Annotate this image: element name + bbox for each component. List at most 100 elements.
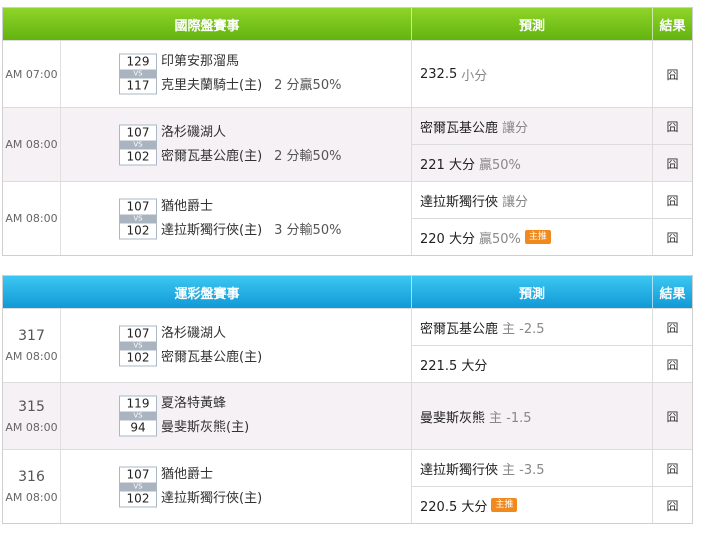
- away-score: 107: [126, 125, 150, 139]
- teams: 印第安那溜馬 克里夫蘭騎士(主) 2 分贏50%: [161, 50, 341, 98]
- home-team: 曼斐斯灰熊(主): [161, 420, 250, 435]
- table-row: AM 07:00 129 VS 117 印第安那溜馬 克里夫蘭騎士(主) 2 分贏…: [3, 40, 692, 107]
- vs-label: VS: [120, 411, 156, 421]
- result-icon: 囧: [666, 67, 679, 82]
- game-time: AM 08:00: [5, 420, 58, 434]
- home-team: 達拉斯獨行俠(主): [161, 222, 263, 238]
- away-score: 107: [126, 467, 150, 481]
- home-score: 94: [130, 420, 146, 435]
- game-time: AM 08:00: [5, 212, 58, 225]
- result-cell: 囧: [653, 41, 692, 107]
- result-cell: 囧 囧: [653, 182, 692, 255]
- prediction-column-header: 預測: [412, 276, 653, 308]
- teams: 猶他爵士 達拉斯獨行俠(主): [161, 463, 262, 511]
- prediction-text: 密爾瓦基公鹿: [420, 120, 499, 136]
- teams: 洛杉磯湖人 密爾瓦基公鹿(主): [161, 322, 262, 370]
- international-odds-table: 國際盤賽事 預測 結果 AM 07:00 129 VS 117 印第安那溜馬 克…: [2, 7, 693, 256]
- result-icon: 囧: [653, 218, 692, 255]
- table-row: 316 AM 08:00 107 VS 102 猶他爵士 達拉斯獨行俠(主) 達…: [3, 449, 692, 523]
- time-cell: 317 AM 08:00: [3, 309, 61, 382]
- prediction-cell: 達拉斯獨行俠主 -3.5 220.5 大分 主推: [412, 450, 653, 523]
- prediction-item: 220 大分 贏50% 主推: [412, 218, 652, 255]
- handicap-result: 3 分輸50%: [274, 222, 342, 238]
- prediction-item: 達拉斯獨行俠 讓分: [412, 182, 652, 218]
- table-row: 317 AM 08:00 107 VS 102 洛杉磯湖人 密爾瓦基公鹿(主) …: [3, 308, 692, 382]
- away-team: 洛杉磯湖人: [161, 325, 227, 341]
- teams: 猶他爵士 達拉斯獨行俠(主) 3 分輸50%: [161, 195, 341, 243]
- score-box: 119 VS 94: [119, 395, 157, 437]
- teams: 洛杉磯湖人 密爾瓦基公鹿(主) 2 分輸50%: [161, 121, 341, 169]
- match-cell: 119 VS 94 夏洛特黃蜂 曼斐斯灰熊(主): [61, 383, 412, 449]
- match-cell: 107 VS 102 洛杉磯湖人 密爾瓦基公鹿(主): [61, 309, 412, 382]
- vs-label: VS: [120, 214, 156, 223]
- table-row: AM 08:00 107 VS 102 洛杉磯湖人 密爾瓦基公鹿(主) 2 分輸5…: [3, 107, 692, 181]
- prediction-item: 221.5 大分: [412, 345, 652, 382]
- prediction-item: 232.5 小分: [412, 41, 652, 107]
- prediction-text: 221.5 大分: [420, 358, 488, 374]
- time-cell: 316 AM 08:00: [3, 450, 61, 523]
- prediction-text: 達拉斯獨行俠: [420, 462, 499, 478]
- prediction-item: 達拉斯獨行俠主 -3.5: [412, 450, 652, 486]
- away-team: 猶他爵士: [161, 198, 214, 214]
- home-score: 102: [126, 350, 150, 364]
- result-cell: 囧: [653, 383, 692, 449]
- vs-label: VS: [120, 69, 156, 79]
- prediction-column-header: 預測: [412, 8, 653, 40]
- prediction-text: 220 大分: [420, 231, 475, 247]
- prediction-sub: 讓分: [502, 120, 529, 136]
- game-time: AM 07:00: [5, 67, 58, 81]
- game-time: AM 08:00: [5, 350, 58, 363]
- home-team: 克里夫蘭騎士(主): [161, 78, 263, 93]
- game-number: 317: [18, 328, 45, 344]
- prediction-sub: 主 -2.5: [502, 321, 545, 337]
- game-time: AM 08:00: [5, 138, 58, 151]
- home-team: 密爾瓦基公鹿(主): [161, 148, 263, 164]
- match-cell: 129 VS 117 印第安那溜馬 克里夫蘭騎士(主) 2 分贏50%: [61, 41, 412, 107]
- result-icon: 囧: [666, 320, 679, 335]
- prediction-cell: 密爾瓦基公鹿 讓分 221 大分 贏50%: [412, 108, 653, 181]
- handicap-result: 2 分贏50%: [274, 78, 342, 93]
- score-box: 107 VS 102: [119, 198, 157, 239]
- handicap-result: 2 分輸50%: [274, 148, 342, 164]
- result-column-header: 結果: [659, 286, 686, 302]
- away-team: 洛杉磯湖人: [161, 124, 227, 140]
- away-score: 107: [126, 199, 150, 213]
- match-cell: 107 VS 102 猶他爵士 達拉斯獨行俠(主): [61, 450, 412, 523]
- game-number: 315: [18, 398, 45, 415]
- prediction-sub: 小分: [461, 68, 488, 84]
- result-icon: 囧: [666, 119, 679, 134]
- prediction-cell: 達拉斯獨行俠 讓分 220 大分 贏50% 主推: [412, 182, 653, 255]
- away-score: 119: [126, 396, 150, 411]
- prediction-sub: 主 -3.5: [502, 462, 545, 478]
- prediction-sub: 贏50%: [478, 157, 521, 173]
- prediction-text: 220.5 大分: [420, 499, 488, 515]
- time-cell: AM 08:00: [3, 182, 61, 255]
- game-number: 316: [18, 469, 45, 485]
- prediction-sub: 讓分: [502, 194, 529, 210]
- score-box: 107 VS 102: [119, 124, 157, 165]
- match-cell: 107 VS 102 猶他爵士 達拉斯獨行俠(主) 3 分輸50%: [61, 182, 412, 255]
- table-header: 運彩盤賽事 預測 結果: [3, 276, 692, 308]
- home-team: 達拉斯獨行俠(主): [161, 490, 263, 506]
- prediction-cell: 232.5 小分: [412, 41, 653, 107]
- result-icon: 囧: [666, 193, 679, 208]
- result-icon: 囧: [666, 461, 679, 476]
- prediction-text: 達拉斯獨行俠: [420, 194, 499, 210]
- table-row: AM 08:00 107 VS 102 猶他爵士 達拉斯獨行俠(主) 3 分輸50…: [3, 181, 692, 255]
- score-box: 107 VS 102: [119, 325, 157, 366]
- featured-badge: 主推: [524, 230, 551, 244]
- result-cell: 囧 囧: [653, 108, 692, 181]
- prediction-text: 221 大分: [420, 157, 475, 173]
- result-cell: 囧 囧: [653, 450, 692, 523]
- home-score: 117: [126, 78, 150, 93]
- prediction-cell: 曼斐斯灰熊主 -1.5: [412, 383, 653, 449]
- time-cell: AM 08:00: [3, 108, 61, 181]
- result-icon: 囧: [653, 486, 692, 523]
- prediction-item: 曼斐斯灰熊主 -1.5: [412, 383, 652, 449]
- score-box: 129 VS 117: [119, 53, 157, 95]
- vs-label: VS: [120, 341, 156, 350]
- away-team: 印第安那溜馬: [161, 54, 240, 69]
- away-score: 129: [126, 54, 150, 69]
- result-cell: 囧 囧: [653, 309, 692, 382]
- prediction-sub: 贏50%: [478, 231, 521, 247]
